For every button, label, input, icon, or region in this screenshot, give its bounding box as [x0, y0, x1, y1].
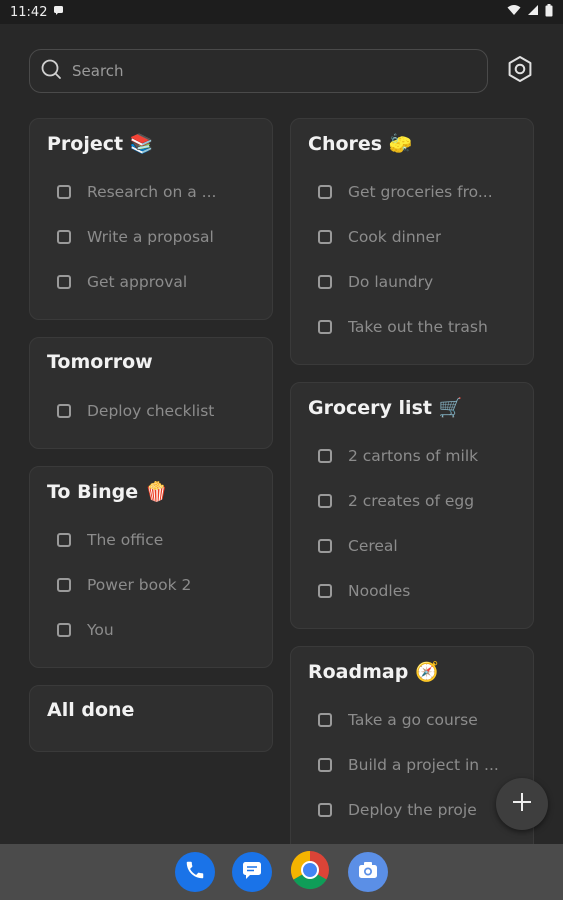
checkbox[interactable]	[318, 713, 332, 727]
checklist-item-label: You	[87, 621, 114, 639]
checklist-item[interactable]: 2 cartons of milk	[318, 444, 478, 468]
checklist-item-label: Take out the trash	[348, 318, 488, 336]
messages-app-button[interactable]	[232, 852, 272, 892]
checkbox[interactable]	[57, 533, 71, 547]
checklist-item-label: Write a proposal	[87, 228, 214, 246]
checklist-item[interactable]: You	[57, 618, 114, 642]
checkbox[interactable]	[318, 758, 332, 772]
checklist-item-label: The office	[87, 531, 164, 549]
checklist-item[interactable]: The office	[57, 528, 163, 552]
checkbox[interactable]	[57, 404, 71, 418]
checklist-item[interactable]: Get groceries fro...	[318, 180, 493, 204]
checklist-item[interactable]: Take out the trash	[318, 315, 488, 339]
checklist-item[interactable]: Build a project in ...	[318, 753, 499, 777]
gear-icon	[506, 55, 534, 87]
checklist-item-label: Cereal	[348, 537, 398, 555]
checkbox[interactable]	[57, 185, 71, 199]
camera-app-button[interactable]	[348, 852, 388, 892]
checklist-item[interactable]: Deploy the proje	[318, 798, 477, 822]
checkbox[interactable]	[57, 275, 71, 289]
settings-button[interactable]	[506, 55, 534, 87]
checklist-item-label: Cook dinner	[348, 228, 442, 246]
search-input[interactable]: Search	[72, 62, 124, 80]
checklist-item-label: Build a project in ...	[348, 756, 499, 774]
chrome-icon	[290, 850, 330, 894]
battery-icon	[545, 3, 553, 21]
checklist-item[interactable]: Do laundry	[318, 270, 433, 294]
checkbox[interactable]	[318, 803, 332, 817]
checklist-item-label: Take a go course	[348, 711, 478, 729]
checklist-item-label: 2 cartons of milk	[348, 447, 479, 465]
signal-icon	[527, 4, 539, 20]
checklist-item-label: Research on a ...	[87, 183, 217, 201]
phone-icon	[184, 859, 206, 885]
add-note-button[interactable]	[496, 778, 548, 830]
note-title: Grocery list 🛒	[308, 397, 463, 419]
checklist-item[interactable]: Cook dinner	[318, 225, 441, 249]
chrome-app-button[interactable]	[290, 850, 330, 894]
messages-icon	[241, 859, 263, 885]
checkbox[interactable]	[318, 449, 332, 463]
note-title: Tomorrow	[47, 351, 153, 373]
checklist-item[interactable]: Take a go course	[318, 708, 478, 732]
camera-icon	[357, 859, 379, 885]
checklist-item[interactable]: Research on a ...	[57, 180, 216, 204]
checklist-item[interactable]: Write a proposal	[57, 225, 214, 249]
note-card-chores[interactable]: Chores 🧽 Get groceries fro... Cook dinne…	[290, 118, 534, 365]
note-card-roadmap[interactable]: Roadmap 🧭 Take a go course Build a proje…	[290, 646, 534, 856]
checklist-item-label: Deploy checklist	[87, 402, 215, 420]
checklist-item[interactable]: Power book 2	[57, 573, 191, 597]
note-title: Project 📚	[47, 133, 154, 155]
checklist-item[interactable]: Noodles	[318, 579, 410, 603]
checkbox[interactable]	[57, 230, 71, 244]
status-time: 11:42	[10, 4, 48, 20]
checklist-item-label: Deploy the proje	[348, 801, 477, 819]
checklist-item-label: Do laundry	[348, 273, 434, 291]
checklist-item-label: Get groceries fro...	[348, 183, 493, 201]
checkbox[interactable]	[318, 230, 332, 244]
note-title: All done	[47, 699, 135, 721]
note-card-all-done[interactable]: All done	[29, 685, 273, 752]
note-card-tomorrow[interactable]: Tomorrow Deploy checklist	[29, 337, 273, 449]
checkbox[interactable]	[318, 275, 332, 289]
checklist-item[interactable]: 2 creates of egg	[318, 489, 474, 513]
checkbox[interactable]	[57, 623, 71, 637]
phone-app-button[interactable]	[175, 852, 215, 892]
checklist-item[interactable]: Get approval	[57, 270, 187, 294]
notification-icon	[53, 4, 65, 20]
note-title: To Binge 🍿	[47, 481, 169, 503]
note-title: Chores 🧽	[308, 133, 413, 155]
note-title: Roadmap 🧭	[308, 661, 439, 683]
checkbox[interactable]	[318, 494, 332, 508]
checklist-item[interactable]: Cereal	[318, 534, 398, 558]
checkbox[interactable]	[318, 584, 332, 598]
checklist-item-label: Power book 2	[87, 576, 192, 594]
note-card-grocery-list[interactable]: Grocery list 🛒 2 cartons of milk 2 creat…	[290, 382, 534, 629]
checklist-item-label: 2 creates of egg	[348, 492, 475, 510]
note-card-to-binge[interactable]: To Binge 🍿 The office Power book 2 You	[29, 466, 273, 668]
plus-icon	[511, 791, 533, 817]
checkbox[interactable]	[318, 320, 332, 334]
app-dock	[0, 844, 563, 900]
checkbox[interactable]	[318, 185, 332, 199]
search-icon	[40, 58, 62, 84]
checklist-item[interactable]: Deploy checklist	[57, 399, 214, 423]
checklist-item-label: Noodles	[348, 582, 411, 600]
note-card-project[interactable]: Project 📚 Research on a ... Write a prop…	[29, 118, 273, 320]
checkbox[interactable]	[57, 578, 71, 592]
wifi-icon	[507, 4, 521, 20]
status-bar: 11:42	[0, 0, 563, 24]
checkbox[interactable]	[318, 539, 332, 553]
search-bar[interactable]: Search	[29, 49, 488, 93]
checklist-item-label: Get approval	[87, 273, 188, 291]
